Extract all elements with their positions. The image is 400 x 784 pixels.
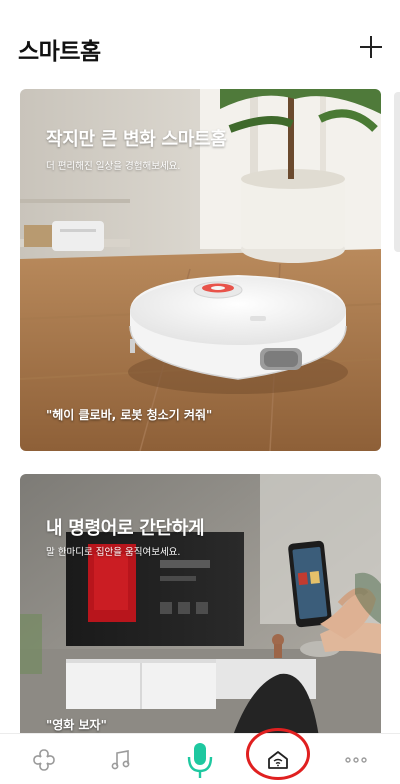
add-button[interactable]: [354, 30, 388, 64]
page-title: 스마트홈: [18, 39, 101, 65]
microphone-icon: [187, 742, 213, 778]
card-quote: "영화 보자": [46, 718, 107, 732]
clover-icon: [33, 748, 55, 771]
nav-more[interactable]: [326, 734, 386, 784]
card-title: 내 명령어로 간단하게: [46, 518, 205, 539]
nav-clover[interactable]: [14, 734, 74, 784]
card-title: 작지만 큰 변화 스마트홈: [46, 129, 227, 150]
card-subtitle: 더 편리해진 일상을 경험해보세요.: [46, 161, 181, 172]
app-header: 스마트홈: [0, 0, 400, 90]
selected-tab-highlight: [246, 728, 310, 780]
nav-music[interactable]: [91, 734, 151, 784]
card-subtitle: 말 한마디로 집안을 움직여보세요.: [46, 547, 181, 558]
bottom-navigation: [0, 733, 400, 784]
more-icon: [345, 756, 367, 763]
voice-command-card[interactable]: 내 명령어로 간단하게 말 한마디로 집안을 움직여보세요. "영화 보자": [20, 474, 381, 744]
music-note-icon: [111, 749, 130, 769]
nav-voice[interactable]: [170, 734, 230, 784]
smart-home-intro-card[interactable]: 작지만 큰 변화 스마트홈 더 편리해진 일상을 경험해보세요. "헤이 클로바…: [20, 89, 381, 451]
next-card-edge: [394, 92, 400, 252]
card-quote: "헤이 클로바, 로봇 청소기 켜줘": [46, 408, 213, 422]
